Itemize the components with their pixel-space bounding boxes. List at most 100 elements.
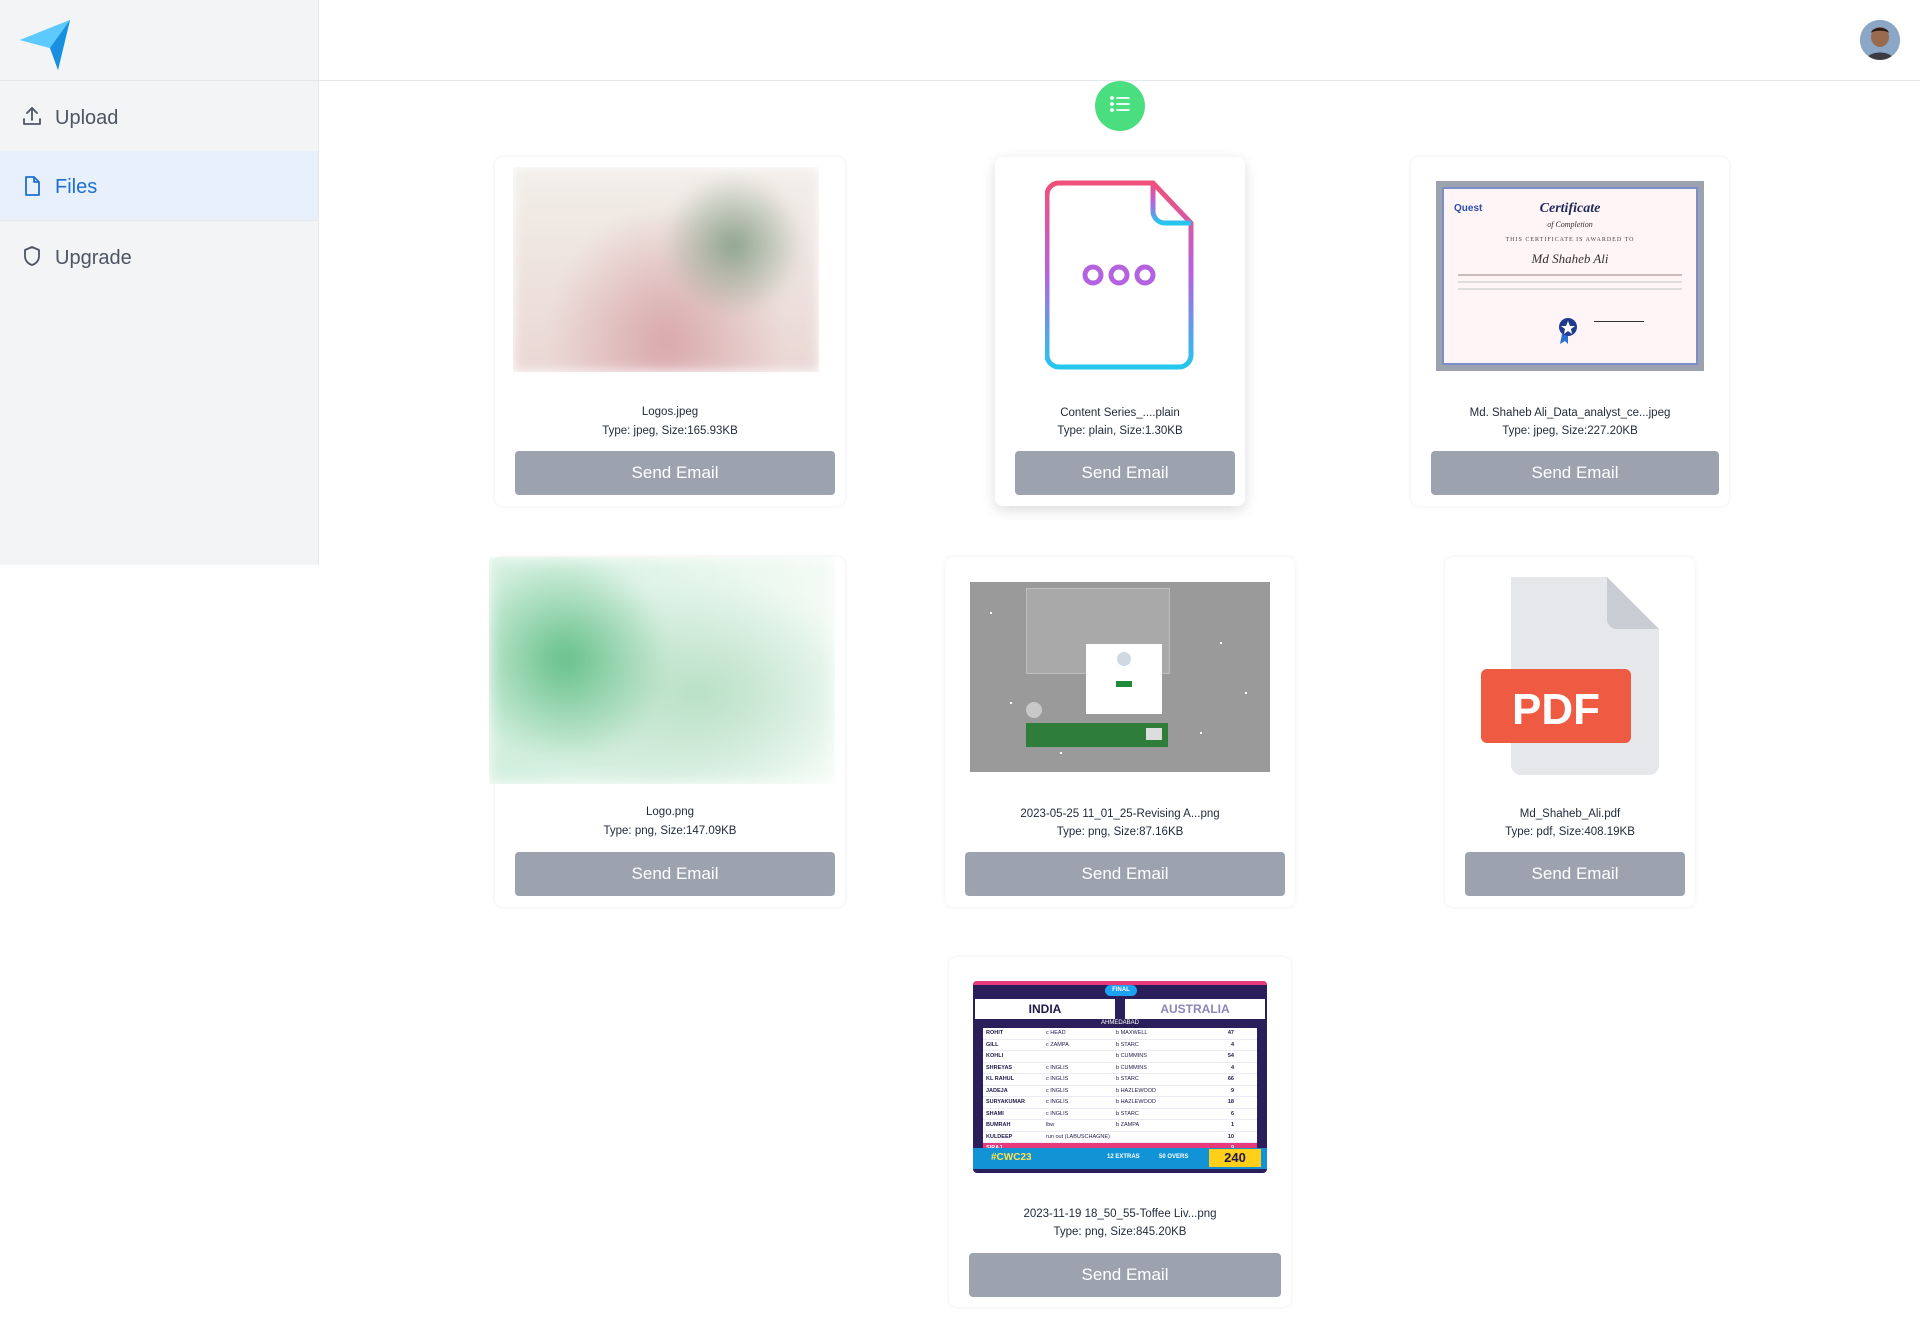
- scoreboard-cell: b HAZLEWOOD: [1116, 1099, 1157, 1105]
- file-card: 2023-05-25 11_01_25-Revising A...png Typ…: [945, 557, 1295, 907]
- scoreboard-cell: 66: [1227, 1076, 1234, 1082]
- sidebar-item-upgrade[interactable]: Upgrade: [0, 221, 318, 291]
- send-email-button[interactable]: Send Email: [1015, 451, 1235, 495]
- send-email-button[interactable]: Send Email: [969, 1253, 1281, 1297]
- screenshot-thumbnail[interactable]: [970, 582, 1270, 772]
- sidebar-item-files[interactable]: Files: [0, 151, 318, 221]
- scoreboard-cell: KULDEEP: [986, 1133, 1013, 1140]
- scoreboard-cell: [1046, 1051, 1116, 1062]
- file-icon: [21, 175, 43, 197]
- file-card: Logos.jpeg Type: jpeg, Size:165.93KB Sen…: [495, 157, 845, 506]
- file-meta: Type: jpeg, Size:227.20KB: [1502, 425, 1638, 437]
- certificate-thumbnail[interactable]: Quest Certificate of Completion THIS CER…: [1436, 181, 1704, 371]
- file-name: Content Series_....plain: [1060, 407, 1180, 419]
- list-icon: [1109, 95, 1131, 118]
- scoreboard-row: BUMRAH lbw b ZAMPA 1: [983, 1120, 1257, 1132]
- scoreboard-cell: 6: [1230, 1110, 1234, 1117]
- scoreboard-row: KOHLI b CUMMINS 54: [983, 1051, 1257, 1063]
- scoreboard-cell: c INGLIS: [1046, 1064, 1069, 1071]
- scoreboard-row: ROHIT c HEAD b MAXWELL 47: [983, 1028, 1257, 1040]
- scoreboard-team2: AUSTRALIA: [1125, 999, 1265, 1019]
- certificate-recipient: Md Shaheb Ali: [1531, 251, 1609, 266]
- paper-plane-logo-icon[interactable]: [18, 18, 72, 72]
- scoreboard-cell: [1116, 1132, 1212, 1143]
- scoreboard-row: GILL c ZAMPA b STARC 4: [983, 1040, 1257, 1051]
- scoreboard-cell: b ZAMPA: [1116, 1122, 1140, 1128]
- scoreboard-team1: INDIA: [975, 999, 1115, 1019]
- scoreboard-row: JADEJA c INGLIS b HAZLEWOOD 9: [983, 1086, 1257, 1097]
- scoreboard-cell: b HAZLEWOOD: [1116, 1087, 1157, 1094]
- file-meta: Type: jpeg, Size:165.93KB: [602, 425, 738, 437]
- scoreboard-table: ROHIT c HEAD b MAXWELL 47 GILL c ZAMPA b STARC…: [983, 1028, 1257, 1148]
- scoreboard-cell: c INGLIS: [1046, 1076, 1069, 1082]
- send-email-button[interactable]: Send Email: [515, 852, 835, 896]
- file-name: Md_Shaheb_Ali.pdf: [1519, 808, 1621, 820]
- scoreboard-cell: b STARC: [1116, 1076, 1139, 1082]
- medal-icon: [1556, 317, 1580, 350]
- scoreboard-extras: 12 EXTRAS: [1107, 1154, 1140, 1160]
- send-email-button[interactable]: Send Email: [1465, 852, 1685, 896]
- user-avatar[interactable]: [1860, 20, 1900, 60]
- file-meta: Type: pdf, Size:408.19KB: [1505, 826, 1635, 838]
- file-name: Logo.png: [646, 806, 694, 818]
- certificate-subtitle: of Completion: [1547, 220, 1593, 229]
- file-card: Content Series_....plain Type: plain, Si…: [995, 157, 1245, 506]
- scoreboard-thumbnail[interactable]: FINAL INDIA AUSTRALIA AHMEDABAD ROHIT c H…: [973, 981, 1267, 1173]
- scoreboard-venue: AHMEDABAD: [1100, 1020, 1139, 1026]
- file-meta: Type: png, Size:147.09KB: [603, 825, 737, 837]
- scoreboard-cell: 4: [1230, 1064, 1234, 1071]
- file-card: Quest Certificate of Completion THIS CER…: [1411, 157, 1729, 506]
- scoreboard-cell: JADEJA: [986, 1087, 1008, 1094]
- scoreboard-cell: c ZAMPA: [1046, 1041, 1069, 1048]
- scoreboard-cell: ROHIT: [986, 1030, 1004, 1036]
- scoreboard-cell: 9: [1230, 1087, 1234, 1094]
- scoreboard-cell: 1: [1230, 1122, 1234, 1128]
- generic-file-icon[interactable]: [1045, 179, 1197, 371]
- list-view-toggle-button[interactable]: [1095, 81, 1145, 131]
- scoreboard-cell: SHREYAS: [986, 1064, 1013, 1071]
- scoreboard-cell: c INGLIS: [1046, 1087, 1069, 1094]
- scoreboard-cell: 54: [1227, 1053, 1234, 1059]
- scoreboard-cell: c HEAD: [1046, 1030, 1066, 1036]
- file-card: PDF Md_Shaheb_Ali.pdf Type: pdf, Size:40…: [1445, 557, 1695, 907]
- scoreboard-cell: b MAXWELL: [1116, 1030, 1148, 1036]
- scoreboard-cell: SURYAKUMAR: [986, 1099, 1026, 1105]
- scoreboard-cell: b CUMMINS: [1116, 1053, 1147, 1059]
- file-name: Logos.jpeg: [641, 406, 699, 418]
- file-meta: Type: png, Size:87.16KB: [1056, 826, 1184, 838]
- file-meta: Type: plain, Size:1.30KB: [1057, 425, 1183, 437]
- scoreboard-cell: b STARC: [1116, 1110, 1139, 1117]
- scoreboard-overs: 50 OVERS: [1159, 1154, 1189, 1160]
- sidebar-item-upload[interactable]: Upload: [0, 81, 318, 151]
- scoreboard-row: KL RAHUL c INGLIS b STARC 66: [983, 1074, 1257, 1086]
- scoreboard-row: SHAMI c INGLIS b STARC 6: [983, 1109, 1257, 1120]
- scoreboard-cell: KOHLI: [986, 1053, 1004, 1059]
- send-email-button[interactable]: Send Email: [1431, 451, 1719, 495]
- upload-icon: [21, 105, 43, 127]
- scoreboard-cell: SHAMI: [986, 1110, 1004, 1117]
- file-card: FINAL INDIA AUSTRALIA AHMEDABAD ROHIT c H…: [949, 957, 1291, 1307]
- scoreboard-cell: 4: [1230, 1041, 1234, 1048]
- scoreboard-cell: c INGLIS: [1046, 1099, 1069, 1105]
- scoreboard-cell: 18: [1227, 1099, 1234, 1105]
- scoreboard-cell: GILL: [986, 1041, 999, 1048]
- scoreboard-cell: b STARC: [1116, 1041, 1139, 1048]
- file-name: 2023-11-19 18_50_55-Toffee Liv...png: [1023, 1208, 1217, 1220]
- scoreboard-row: SHREYAS c INGLIS b CUMMINS 4: [983, 1063, 1257, 1074]
- sidebar: Upload Files Upgrade: [0, 0, 319, 565]
- sidebar-item-label: Files: [55, 176, 98, 198]
- file-thumbnail[interactable]: [489, 557, 835, 784]
- certificate-title: Certificate: [1539, 201, 1601, 216]
- scoreboard-cell: BUMRAH: [986, 1122, 1011, 1128]
- scoreboard-row: SURYAKUMAR c INGLIS b HAZLEWOOD 18: [983, 1097, 1257, 1109]
- send-email-button[interactable]: Send Email: [515, 451, 835, 495]
- scoreboard-cell: 47: [1227, 1030, 1234, 1036]
- file-name: 2023-05-25 11_01_25-Revising A...png: [1020, 808, 1220, 820]
- file-card: Logo.png Type: png, Size:147.09KB Send E…: [489, 557, 845, 907]
- file-thumbnail[interactable]: [513, 167, 819, 372]
- scoreboard-cell: 10: [1227, 1133, 1234, 1140]
- send-email-button[interactable]: Send Email: [965, 852, 1285, 896]
- certificate-awarded: THIS CERTIFICATE IS AWARDED TO: [1505, 237, 1635, 243]
- pdf-file-icon[interactable]: PDF: [1481, 575, 1661, 777]
- scoreboard-cell: lbw: [1046, 1122, 1055, 1128]
